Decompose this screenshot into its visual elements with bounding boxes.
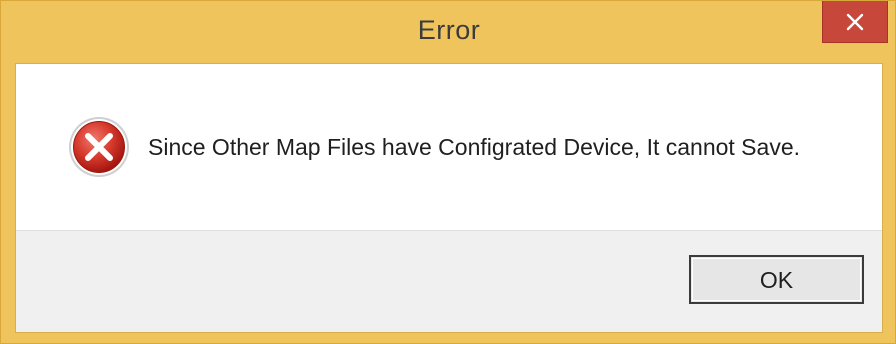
ok-button[interactable]: OK xyxy=(689,255,864,304)
title-bar[interactable]: Error xyxy=(1,1,896,63)
close-button[interactable] xyxy=(822,1,888,43)
close-icon xyxy=(846,13,864,31)
dialog-client-area: Since Other Map Files have Configrated D… xyxy=(15,63,883,333)
dialog-title: Error xyxy=(417,15,481,45)
error-icon xyxy=(68,116,130,178)
button-bar: OK xyxy=(16,230,882,332)
error-message: Since Other Map Files have Configrated D… xyxy=(148,134,800,160)
error-dialog-window: Error Since Other Map Files have Configr… xyxy=(0,0,896,344)
message-area: Since Other Map Files have Configrated D… xyxy=(16,64,882,230)
